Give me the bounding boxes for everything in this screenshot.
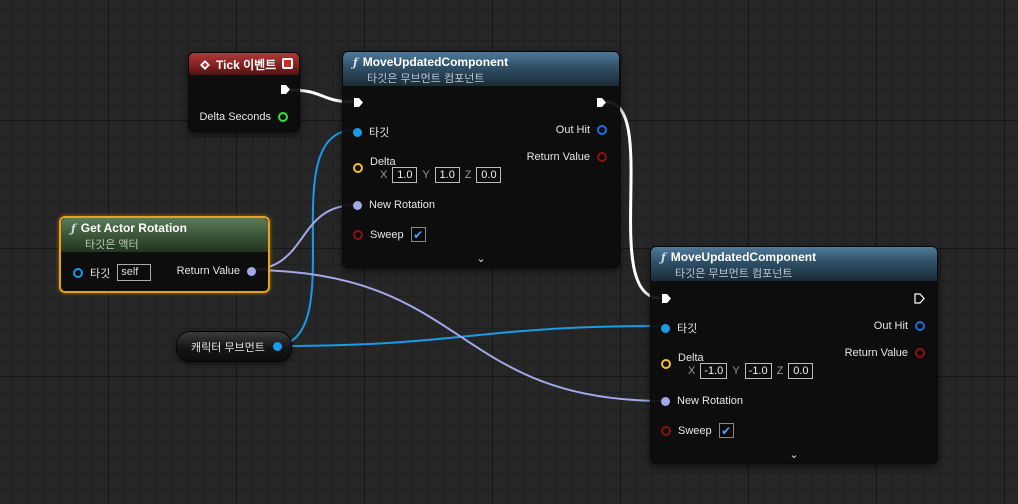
new-rotation-pin-icon[interactable]	[661, 396, 670, 406]
exec-in-pin-icon[interactable]	[661, 293, 672, 304]
move2-target-row: 타깃	[661, 320, 697, 336]
target-pin-icon[interactable]	[661, 323, 670, 333]
delta-seconds-label: Delta Seconds	[199, 111, 271, 123]
move1-return-row: Return Value	[527, 151, 607, 163]
move2-sweep-label: Sweep	[678, 424, 712, 437]
return-value-pin-icon[interactable]	[247, 266, 256, 276]
expand-chevron-icon[interactable]: ⌄	[476, 252, 485, 265]
character-movement-pin-icon[interactable]	[272, 342, 282, 351]
z-axis-label: Z	[776, 365, 784, 377]
move-updated-component-node-1[interactable]: ƒ MoveUpdatedComponent 타깃은 무브먼트 컴포넌트 타깃 O…	[342, 51, 620, 268]
out-hit-pin-icon[interactable]	[915, 321, 925, 331]
move2-sweep-row: Sweep ✔	[661, 423, 734, 438]
move-node-1-header[interactable]: ƒ MoveUpdatedComponent 타깃은 무브먼트 컴포넌트	[343, 52, 619, 86]
move2-out-hit-row: Out Hit	[874, 320, 925, 332]
move2-out-hit-label: Out Hit	[873, 320, 908, 332]
tick-node-header[interactable]: Tick 이벤트	[189, 53, 299, 75]
move2-delta-vector: X -1.0 Y -1.0 Z 0.0	[688, 363, 814, 379]
gar-return-label: Return Value	[176, 265, 240, 277]
rotation-wire-to-move2	[247, 269, 665, 402]
move-node-2-title: MoveUpdatedComponent	[670, 250, 817, 264]
exec-out-pin-icon[interactable]	[280, 84, 291, 95]
move-node-1-subtitle: 타깃은 무브먼트 컴포넌트	[367, 73, 485, 85]
move2-exec-in-row	[661, 293, 672, 304]
y-axis-label: Y	[422, 169, 430, 181]
gar-target-default-field[interactable]: self	[117, 264, 152, 281]
move2-sweep-checkbox[interactable]: ✔	[718, 423, 734, 438]
sweep-pin-icon[interactable]	[353, 229, 363, 240]
delta-seconds-row: Delta Seconds	[199, 111, 288, 123]
move2-exec-out-row	[914, 293, 925, 304]
exec-out-pin-icon[interactable]	[596, 97, 607, 108]
delegate-pin-icon[interactable]	[282, 58, 293, 69]
get-actor-rotation-header[interactable]: ƒ Get Actor Rotation 타깃은 액터	[61, 218, 268, 252]
move1-target-label: 타깃	[369, 127, 390, 139]
gar-target-label: 타깃	[90, 267, 111, 280]
exec-out-pin-icon[interactable]	[914, 293, 925, 304]
move1-out-hit-label: Out Hit	[555, 124, 590, 136]
checkmark-icon: ✔	[413, 227, 424, 242]
move1-delta-y-field[interactable]: 1.0	[434, 167, 460, 183]
character-movement-label: 캐릭터 무브먼트	[191, 341, 265, 354]
y-axis-label: Y	[732, 365, 740, 377]
move1-new-rotation-row: New Rotation	[353, 199, 435, 211]
x-axis-label: X	[688, 365, 696, 377]
z-axis-label: Z	[464, 169, 472, 181]
new-rotation-pin-icon[interactable]	[353, 200, 362, 210]
move2-return-label: Return Value	[844, 347, 908, 359]
move1-exec-in-row	[353, 97, 364, 108]
move1-exec-out-row	[596, 97, 607, 108]
move1-delta-x-field[interactable]: 1.0	[392, 167, 418, 183]
move2-new-rotation-label: New Rotation	[677, 395, 744, 407]
checkmark-icon: ✔	[721, 423, 732, 438]
move1-delta-vector: X 1.0 Y 1.0 Z 0.0	[380, 167, 502, 183]
delta-pin-icon[interactable]	[661, 359, 671, 369]
move2-delta-x-field[interactable]: -1.0	[700, 363, 728, 379]
move1-target-row: 타깃	[353, 124, 389, 140]
sweep-pin-icon[interactable]	[661, 425, 671, 436]
move1-sweep-label: Sweep	[370, 228, 404, 241]
get-actor-rotation-title: Get Actor Rotation	[80, 221, 187, 235]
x-axis-label: X	[380, 169, 388, 181]
get-actor-rotation-node[interactable]: ƒ Get Actor Rotation 타깃은 액터 타깃 self Retur…	[59, 216, 270, 293]
target-pin-icon[interactable]	[73, 267, 83, 278]
move1-new-rotation-label: New Rotation	[369, 199, 436, 211]
tick-node-title: Tick 이벤트	[216, 58, 277, 72]
expand-chevron-icon[interactable]: ⌄	[789, 448, 798, 461]
tick-event-node[interactable]: Tick 이벤트 Delta Seconds	[188, 52, 300, 132]
move1-sweep-row: Sweep ✔	[353, 227, 426, 242]
get-actor-rotation-subtitle: 타깃은 액터	[85, 239, 139, 251]
character-movement-variable-node[interactable]: 캐릭터 무브먼트	[176, 331, 292, 362]
event-diamond-icon	[200, 59, 210, 70]
function-icon: ƒ	[71, 221, 76, 235]
move-node-2-subtitle: 타깃은 무브먼트 컴포넌트	[675, 268, 793, 280]
function-icon: ƒ	[353, 55, 358, 69]
move2-delta-z-field[interactable]: 0.0	[788, 363, 814, 379]
move1-delta-z-field[interactable]: 0.0	[476, 167, 502, 183]
delta-pin-icon[interactable]	[353, 163, 363, 173]
move1-sweep-checkbox[interactable]: ✔	[410, 227, 426, 242]
move-node-1-title: MoveUpdatedComponent	[362, 55, 509, 69]
function-icon: ƒ	[661, 250, 666, 264]
move1-return-label: Return Value	[526, 151, 590, 163]
tick-exec-out-row	[280, 84, 291, 95]
move1-out-hit-row: Out Hit	[556, 124, 607, 136]
target-pin-icon[interactable]	[353, 127, 362, 137]
move-node-2-header[interactable]: ƒ MoveUpdatedComponent 타깃은 무브먼트 컴포넌트	[651, 247, 937, 281]
return-value-pin-icon[interactable]	[915, 348, 925, 358]
out-hit-pin-icon[interactable]	[597, 125, 607, 135]
gar-return-row: Return Value	[177, 265, 256, 277]
gar-target-row: 타깃 self	[73, 264, 152, 281]
return-value-pin-icon[interactable]	[597, 152, 607, 162]
exec-in-pin-icon[interactable]	[353, 97, 364, 108]
move2-new-rotation-row: New Rotation	[661, 395, 743, 407]
move2-return-row: Return Value	[845, 347, 925, 359]
target-wire-to-move2	[272, 325, 664, 347]
move-updated-component-node-2[interactable]: ƒ MoveUpdatedComponent 타깃은 무브먼트 컴포넌트 타깃 O…	[650, 246, 938, 464]
move2-delta-y-field[interactable]: -1.0	[744, 363, 772, 379]
delta-seconds-pin-icon[interactable]	[278, 112, 288, 122]
move2-target-label: 타깃	[677, 323, 698, 335]
